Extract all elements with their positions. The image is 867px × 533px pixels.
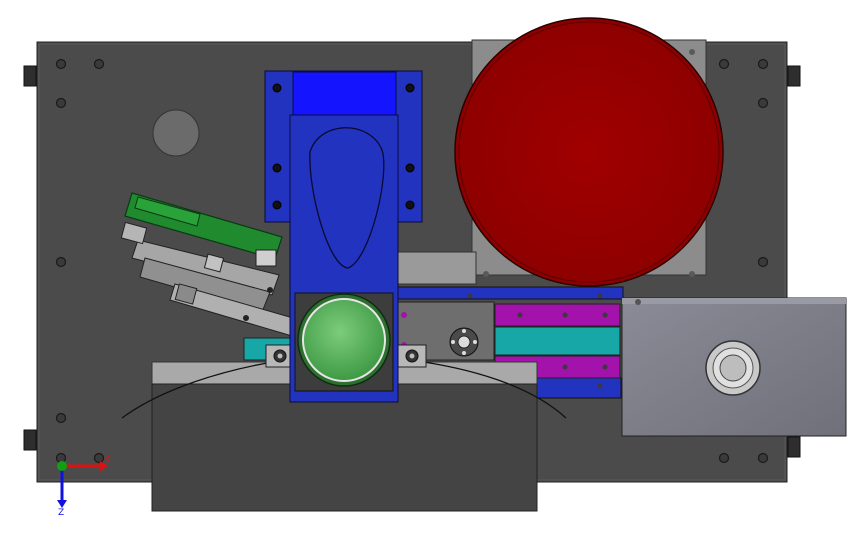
green-push-button[interactable] [294, 292, 394, 392]
red-disc[interactable] [454, 17, 724, 287]
cad-viewport[interactable]: X Z [0, 0, 867, 533]
triad-z-arrow-icon [57, 500, 67, 508]
triad-z-label: Z [58, 508, 64, 518]
round-boss[interactable] [152, 109, 200, 157]
triad-x-label: X [104, 455, 110, 465]
right-gray-panel[interactable] [621, 297, 847, 437]
triad-origin-icon [57, 461, 67, 471]
